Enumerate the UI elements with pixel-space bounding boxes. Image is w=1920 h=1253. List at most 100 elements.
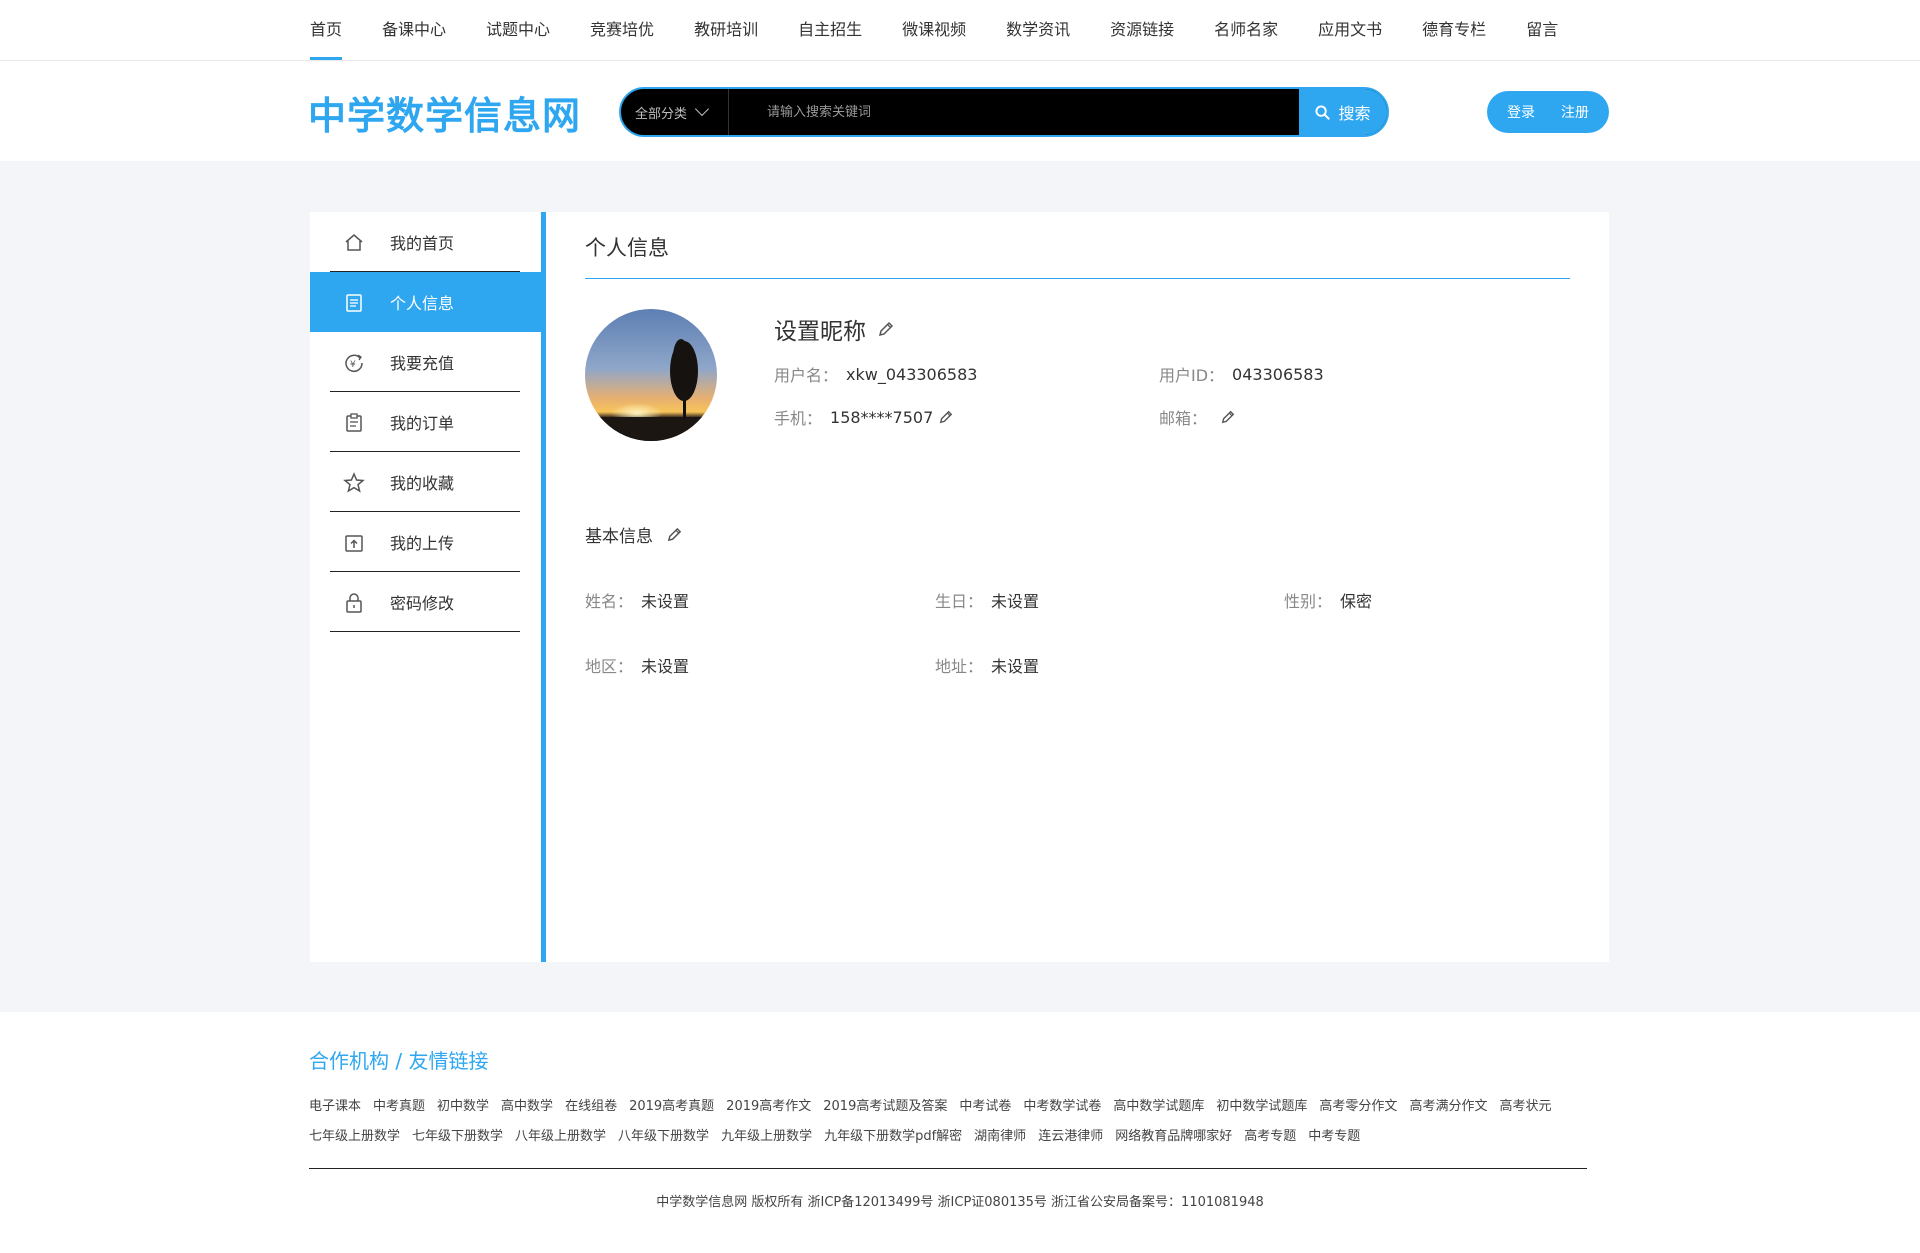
footer-link[interactable]: 湖南律师 xyxy=(974,1122,1026,1152)
footer-link[interactable]: 高考专题 xyxy=(1244,1122,1296,1152)
footer-link[interactable]: 九年级下册数学pdf解密 xyxy=(824,1122,962,1152)
footer-link[interactable]: 在线组卷 xyxy=(565,1092,617,1122)
footer-links: 电子课本 中考真题 初中数学 高中数学 在线组卷 2019高考真题 2019高考作文 2019… xyxy=(309,1092,1599,1152)
svg-text:¥: ¥ xyxy=(350,360,356,370)
sidebar-item[interactable]: ¥ 我要充值 xyxy=(310,332,541,392)
copyright: 中学数学信息网 版权所有 浙ICP备12013499号 浙ICP证080135号… xyxy=(656,1195,1264,1210)
search-category-label: 全部分类 xyxy=(635,106,688,122)
edit-pencil-icon[interactable] xyxy=(878,321,894,337)
sidebar-item[interactable]: 我的上传 xyxy=(310,512,541,572)
userid-label: 用户ID： xyxy=(1159,366,1225,385)
nickname-text: 设置昵称 xyxy=(774,319,866,345)
footer-link[interactable]: 七年级上册数学 xyxy=(309,1122,400,1152)
footer-link[interactable]: 初中数学试题库 xyxy=(1216,1092,1307,1122)
phone-value: 158****7507 xyxy=(830,407,934,427)
footer-link[interactable]: 八年级下册数学 xyxy=(618,1122,709,1152)
sidebar-item[interactable]: 密码修改 xyxy=(310,572,541,632)
footer-link[interactable]: 高考状元 xyxy=(1499,1092,1551,1122)
sidebar-item-label: 我要充值 xyxy=(390,354,455,373)
nav-item[interactable]: 留言 xyxy=(1526,0,1558,60)
email-label: 邮箱： xyxy=(1159,409,1208,428)
nav-item[interactable]: 自主招生 xyxy=(798,0,862,60)
edit-phone-icon[interactable] xyxy=(939,410,953,424)
footer-link[interactable]: 2019高考作文 xyxy=(726,1092,811,1122)
sidebar-item-label: 我的收藏 xyxy=(390,474,455,493)
nav-item[interactable]: 德育专栏 xyxy=(1422,0,1486,60)
footer-link[interactable]: 高中数学试题库 xyxy=(1113,1092,1204,1122)
basic-field-gender: 性别： 保密 xyxy=(1284,588,1372,612)
edit-basic-info-icon[interactable] xyxy=(667,527,682,542)
partner-links-title: 合作机构 / 友情链接 xyxy=(309,1049,489,1073)
sidebar-item-label: 密码修改 xyxy=(390,594,455,613)
footer-link[interactable]: 电子课本 xyxy=(309,1092,361,1122)
login-link[interactable]: 登录 xyxy=(1507,102,1535,122)
basic-field-label: 性别： xyxy=(1284,592,1333,611)
nav-item[interactable]: 资源链接 xyxy=(1110,0,1174,60)
phone-field: 手机： 158****7507 xyxy=(774,405,953,429)
nav-item[interactable]: 数学资讯 xyxy=(1006,0,1070,60)
footer-link[interactable]: 2019高考试题及答案 xyxy=(823,1092,947,1122)
basic-field-label: 地区： xyxy=(585,657,634,676)
title-divider xyxy=(585,278,1570,279)
avatar-sunset-image xyxy=(585,309,717,441)
register-link[interactable]: 注册 xyxy=(1561,102,1589,122)
basic-field-label: 姓名： xyxy=(585,592,634,611)
nav-item[interactable]: 备课中心 xyxy=(382,0,446,60)
basic-field-value: 保密 xyxy=(1340,592,1373,611)
footer-link[interactable]: 高考零分作文 xyxy=(1319,1092,1397,1122)
basic-field-value: 未设置 xyxy=(641,657,690,676)
footer-link[interactable]: 高中数学 xyxy=(501,1092,553,1122)
site-header: 中学数学信息网 全部分类 搜索 登录 注册 xyxy=(0,61,1920,161)
account-sidebar: 我的首页个人信息 ¥ 我要充值我的订单我的收藏我的上传密码修改 xyxy=(310,212,546,962)
nav-item[interactable]: 试题中心 xyxy=(486,0,550,60)
username-label: 用户名： xyxy=(774,366,839,385)
nav-item[interactable]: 微课视频 xyxy=(902,0,966,60)
sidebar-item-label: 个人信息 xyxy=(390,294,455,313)
basic-field-region: 地区： 未设置 xyxy=(585,653,689,677)
document-icon xyxy=(346,294,362,312)
order-icon xyxy=(346,413,362,432)
site-logo[interactable]: 中学数学信息网 xyxy=(308,85,581,140)
nav-item[interactable]: 首页 xyxy=(310,0,343,60)
basic-field-value: 未设置 xyxy=(991,657,1040,676)
basic-field-label: 地址： xyxy=(935,657,984,676)
sidebar-item[interactable]: 我的收藏 xyxy=(310,452,541,512)
sidebar-item[interactable]: 我的订单 xyxy=(310,392,541,452)
footer-link[interactable]: 高考满分作文 xyxy=(1409,1092,1487,1122)
sidebar-item[interactable]: 个人信息 xyxy=(310,272,541,332)
footer-link[interactable]: 网络教育品牌哪家好 xyxy=(1115,1122,1232,1152)
footer-link[interactable]: 中考试卷 xyxy=(959,1092,1011,1122)
footer-link[interactable]: 九年级上册数学 xyxy=(721,1122,812,1152)
footer-link[interactable]: 连云港律师 xyxy=(1038,1122,1103,1152)
avatar[interactable] xyxy=(585,309,717,441)
basic-field-birthday: 生日： 未设置 xyxy=(935,588,1039,612)
footer-link[interactable]: 2019高考真题 xyxy=(629,1092,714,1122)
footer-link[interactable]: 中考数学试卷 xyxy=(1023,1092,1101,1122)
username-field: 用户名： xkw_043306583 xyxy=(774,362,977,386)
userid-field: 用户ID： 043306583 xyxy=(1159,362,1324,386)
star-icon xyxy=(343,472,365,493)
footer-link[interactable]: 八年级上册数学 xyxy=(515,1122,606,1152)
search-input[interactable] xyxy=(729,89,1299,135)
nav-item[interactable]: 竞赛培优 xyxy=(590,0,654,60)
home-icon xyxy=(345,234,363,251)
nav-item[interactable]: 教研培训 xyxy=(694,0,758,60)
footer-link[interactable]: 中考真题 xyxy=(373,1092,425,1122)
footer-link[interactable]: 中考专题 xyxy=(1308,1122,1360,1152)
top-navigation: 首页 备课中心 试题中心 竞赛培优 教研培训 自主招生 微课视频 数学资讯 资源链接 名师名家 应用… xyxy=(0,0,1920,61)
nav-item[interactable]: 名师名家 xyxy=(1214,0,1278,60)
search-button[interactable]: 搜索 xyxy=(1299,89,1387,135)
footer-link[interactable]: 初中数学 xyxy=(437,1092,489,1122)
basic-info-title: 基本信息 xyxy=(585,527,653,547)
sidebar-item[interactable]: 我的首页 xyxy=(310,212,541,272)
edit-email-icon[interactable] xyxy=(1221,410,1235,424)
nickname[interactable]: 设置昵称 xyxy=(774,312,894,346)
userid-value: 043306583 xyxy=(1232,364,1324,384)
basic-info-heading: 基本信息 xyxy=(585,522,682,547)
search-category-select[interactable]: 全部分类 xyxy=(621,89,729,135)
upload-icon xyxy=(345,535,363,552)
nav-item[interactable]: 应用文书 xyxy=(1318,0,1382,60)
footer-link[interactable]: 七年级下册数学 xyxy=(412,1122,503,1152)
profile-content: 个人信息 设置昵称 用户名： xkw_043306583 用户ID： 04330… xyxy=(585,212,1570,962)
main-panel: 我的首页 个人信息 ¥ 我要充值 我的订单 我的收藏 我的上传 密码修改 个人信息 xyxy=(310,212,1609,962)
